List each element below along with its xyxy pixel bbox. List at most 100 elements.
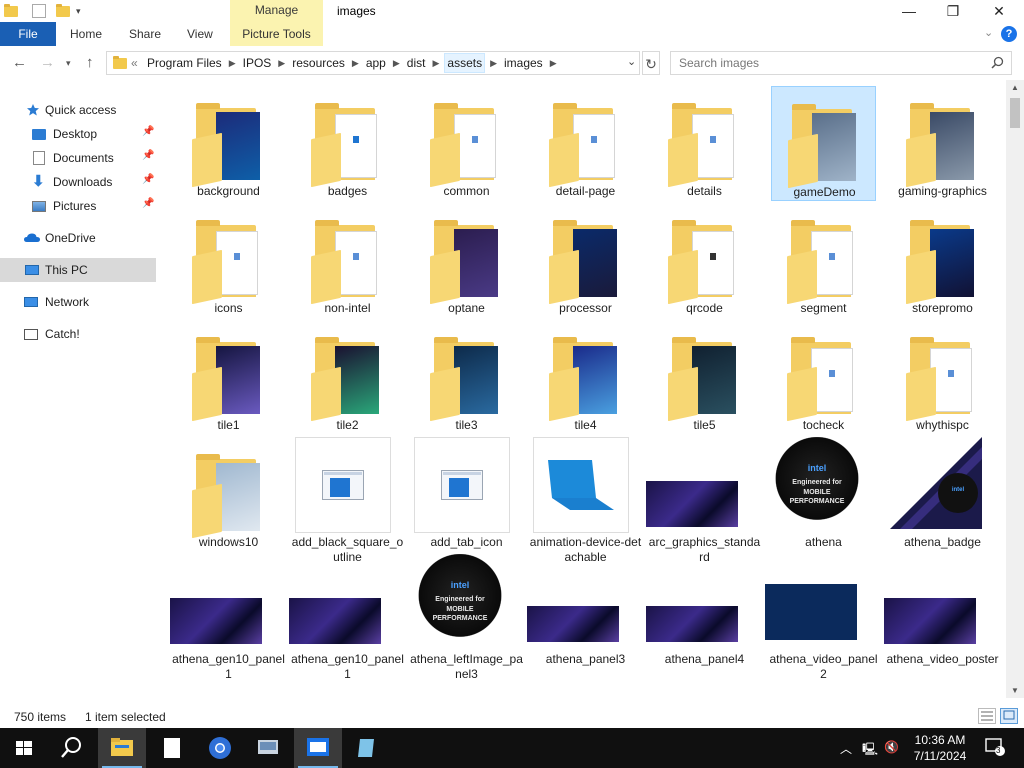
folder-item[interactable]: gaming-graphics xyxy=(890,86,995,201)
nav-catch[interactable]: Catch! xyxy=(0,322,156,346)
scroll-up-icon[interactable]: ▲ xyxy=(1006,83,1024,92)
file-item[interactable]: athena_gen10_panel1 xyxy=(170,554,285,681)
folder-item[interactable]: tile1 xyxy=(176,320,281,435)
close-button[interactable]: ✕ xyxy=(976,0,1022,22)
file-item[interactable]: athena_panel3 xyxy=(527,554,638,669)
file-item[interactable]: add_tab_icon xyxy=(414,437,519,552)
breadcrumb-separator-icon[interactable]: ▶ xyxy=(490,58,497,69)
breadcrumb-item[interactable]: IPOS xyxy=(241,54,274,72)
pin-icon[interactable]: 📌 xyxy=(142,150,154,161)
file-item[interactable]: add_black_square_outline xyxy=(292,437,403,564)
breadcrumb-separator-icon[interactable]: ▶ xyxy=(229,58,236,69)
tab-picture-tools[interactable]: Picture Tools xyxy=(230,22,323,46)
search-input[interactable] xyxy=(672,53,982,73)
address-bar[interactable]: « Program Files ▶ IPOS ▶ resources ▶ app ▶ dist ▶… xyxy=(106,51,640,75)
notepad-taskbar-button[interactable] xyxy=(342,728,390,768)
folder-item[interactable]: whythispc xyxy=(890,320,995,435)
recent-locations-icon[interactable]: ▾ xyxy=(66,58,71,69)
file-tab[interactable]: File xyxy=(0,22,56,46)
up-arrow-icon[interactable]: ↑ xyxy=(86,54,94,71)
app-taskbar-button[interactable] xyxy=(294,728,342,768)
vertical-scrollbar[interactable]: ▲ ▼ xyxy=(1006,80,1024,698)
details-view-button[interactable] xyxy=(978,708,996,724)
nav-documents[interactable]: Documents 📌 xyxy=(0,146,156,170)
nav-quick-access[interactable]: Quick access xyxy=(0,98,156,122)
file-item[interactable]: intel Engineered for MOBILE PERFORMANCE athe… xyxy=(410,554,523,681)
folder-item[interactable]: tile3 xyxy=(414,320,519,435)
file-explorer-taskbar-button[interactable] xyxy=(98,728,146,768)
network-tray-icon[interactable]: 🖳 xyxy=(862,740,878,761)
breadcrumb-item[interactable]: images xyxy=(502,54,545,72)
file-item[interactable]: athena_video_poster xyxy=(884,554,999,669)
file-item[interactable]: intel Engineered for MOBILE PERFORMANCE athe… xyxy=(771,437,876,552)
new-folder-quick-access-icon[interactable] xyxy=(56,4,70,17)
folder-item[interactable]: segment xyxy=(771,203,876,318)
large-icons-view-button[interactable] xyxy=(1000,708,1018,724)
forward-arrow-icon[interactable]: → xyxy=(40,54,55,71)
scroll-down-icon[interactable]: ▼ xyxy=(1006,686,1024,695)
search-taskbar-button[interactable] xyxy=(48,728,96,768)
tools-taskbar-button[interactable] xyxy=(244,728,292,768)
file-item[interactable]: athena_gen10_panel1 xyxy=(289,554,404,681)
folder-item[interactable]: common xyxy=(414,86,519,201)
breadcrumb-separator-icon[interactable]: ▶ xyxy=(432,58,439,69)
refresh-button[interactable]: ↻ xyxy=(642,51,660,75)
tab-view[interactable]: View xyxy=(187,22,213,46)
maximize-button[interactable]: ❐ xyxy=(930,0,976,22)
folder-item[interactable]: optane xyxy=(414,203,519,318)
breadcrumb-separator-icon[interactable]: ▶ xyxy=(393,58,400,69)
folder-item[interactable]: tile2 xyxy=(295,320,400,435)
tab-home[interactable]: Home xyxy=(70,22,102,46)
help-icon[interactable]: ? xyxy=(1001,26,1017,42)
search-icon[interactable] xyxy=(991,56,1004,69)
nav-network[interactable]: Network xyxy=(0,290,156,314)
tab-share[interactable]: Share xyxy=(129,22,161,46)
folder-item[interactable]: storepromo xyxy=(890,203,995,318)
file-item[interactable]: athena_panel4 xyxy=(646,554,757,669)
back-arrow-icon[interactable]: ← xyxy=(12,54,27,71)
folder-item[interactable]: badges xyxy=(295,86,400,201)
breadcrumb-item[interactable]: resources xyxy=(290,54,347,72)
folder-item[interactable]: non-intel xyxy=(295,203,400,318)
folder-item[interactable]: gameDemo xyxy=(771,86,876,201)
overflow-chevron[interactable]: « xyxy=(131,56,138,70)
breadcrumb-item[interactable]: dist xyxy=(405,54,428,72)
pin-icon[interactable]: 📌 xyxy=(142,198,154,209)
nav-pictures[interactable]: Pictures 📌 xyxy=(0,194,156,218)
folder-item[interactable]: background xyxy=(176,86,281,201)
pin-icon[interactable]: 📌 xyxy=(142,126,154,137)
folder-item[interactable]: tile5 xyxy=(652,320,757,435)
breadcrumb-separator-icon[interactable]: ▶ xyxy=(278,58,285,69)
breadcrumb-item[interactable]: app xyxy=(364,54,388,72)
folder-item[interactable]: tocheck xyxy=(771,320,876,435)
show-hidden-icons-icon[interactable]: ︿ xyxy=(840,740,852,757)
breadcrumb-item[interactable]: Program Files xyxy=(145,54,224,72)
folder-item[interactable]: icons xyxy=(176,203,281,318)
clock[interactable]: 10:36 AM 7/11/2024 xyxy=(905,732,975,764)
expand-ribbon-icon[interactable]: ⌄ xyxy=(984,26,993,39)
folder-item[interactable]: windows10 xyxy=(176,437,281,552)
action-center-button[interactable]: 3 xyxy=(984,737,1006,757)
start-button[interactable] xyxy=(0,728,48,768)
file-item[interactable]: arc_graphics_standard xyxy=(646,437,760,564)
file-item[interactable]: animation-device-detachable xyxy=(530,437,641,564)
file-item[interactable]: intel athena_badge xyxy=(890,437,995,552)
nav-desktop[interactable]: Desktop 📌 xyxy=(0,122,156,146)
pin-icon[interactable]: 📌 xyxy=(142,174,154,185)
address-dropdown-icon[interactable]: ⌄ xyxy=(627,55,636,68)
folder-item[interactable]: details xyxy=(652,86,757,201)
breadcrumb-item[interactable]: assets xyxy=(444,53,486,73)
folder-item[interactable]: detail-page xyxy=(533,86,638,201)
scroll-thumb[interactable] xyxy=(1010,98,1020,128)
nav-this-pc[interactable]: This PC xyxy=(0,258,156,282)
nav-downloads[interactable]: ⬇ Downloads 📌 xyxy=(0,170,156,194)
nav-onedrive[interactable]: OneDrive xyxy=(0,226,156,250)
breadcrumb-separator-icon[interactable]: ▶ xyxy=(352,58,359,69)
properties-quick-access-icon[interactable] xyxy=(32,4,46,18)
customize-toolbar-icon[interactable]: ▾ xyxy=(76,6,90,20)
search-box[interactable] xyxy=(670,51,1012,75)
minimize-button[interactable]: — xyxy=(886,0,932,22)
folder-item[interactable]: processor xyxy=(533,203,638,318)
volume-muted-icon[interactable]: 🔇 xyxy=(884,740,899,754)
file-item[interactable]: athena_video_panel2 xyxy=(765,554,878,681)
